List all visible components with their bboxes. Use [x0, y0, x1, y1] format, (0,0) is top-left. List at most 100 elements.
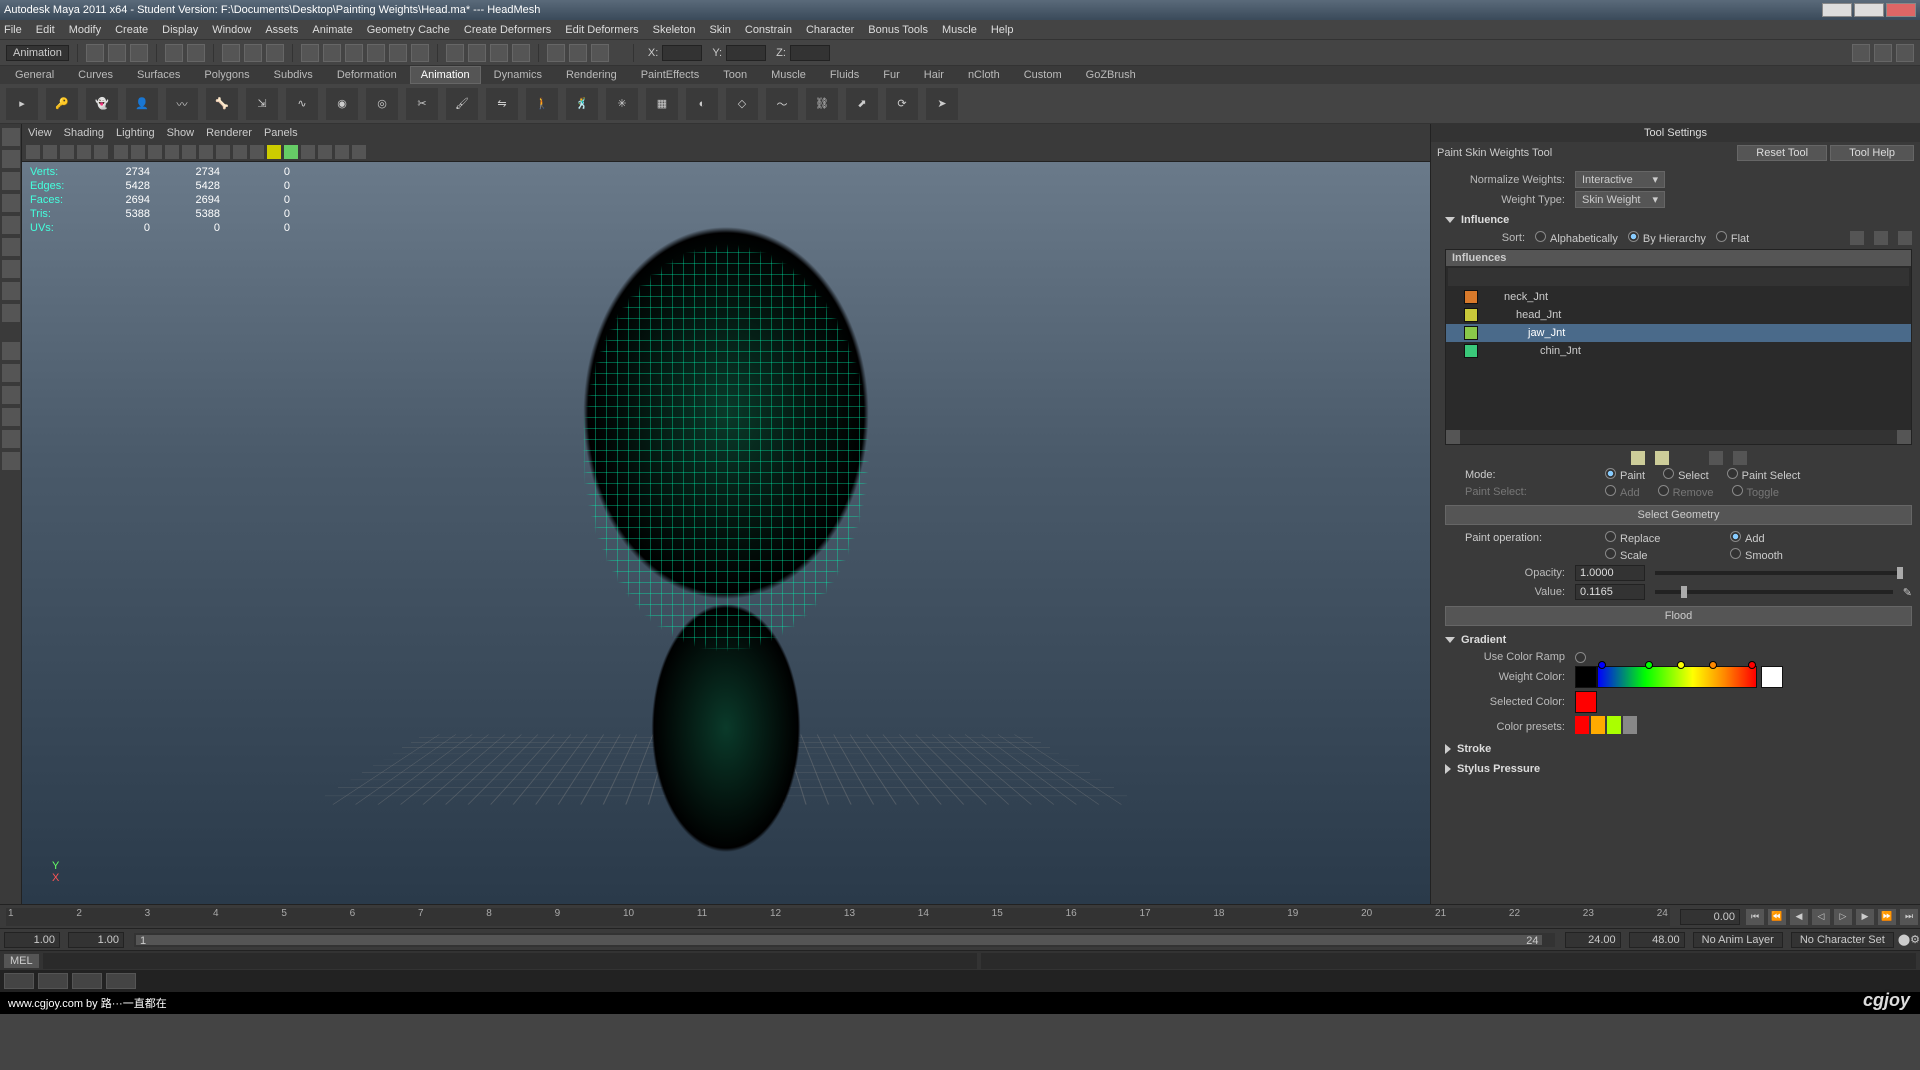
unlock-influence-icon[interactable]	[1655, 451, 1669, 465]
shelf-tab-painteffects[interactable]: PaintEffects	[630, 66, 711, 84]
range-track[interactable]: 124	[134, 933, 1555, 947]
joint-tool-icon[interactable]: 🦴	[206, 88, 238, 120]
shelf-tab-ncloth[interactable]: nCloth	[957, 66, 1011, 84]
fbik-icon[interactable]: 🕺	[566, 88, 598, 120]
sort-radio[interactable]	[1535, 231, 1546, 242]
shelf-tab-surfaces[interactable]: Surfaces	[126, 66, 191, 84]
viewport-3d[interactable]: Verts:273427340Edges:542854280Faces:2694…	[22, 162, 1430, 904]
rigid-bind-icon[interactable]: ◎	[366, 88, 398, 120]
viewport-menu-renderer[interactable]: Renderer	[206, 127, 252, 139]
vp-renderer-icon[interactable]	[352, 145, 366, 159]
close-button[interactable]	[1886, 3, 1916, 17]
detach-skin-icon[interactable]: ✂	[406, 88, 438, 120]
cluster-icon[interactable]: ✳	[606, 88, 638, 120]
two-side-icon[interactable]	[2, 386, 20, 404]
weight-color-white-swatch[interactable]	[1761, 666, 1783, 688]
show-manip-icon[interactable]	[2, 282, 20, 300]
gradient-section-header[interactable]: Gradient	[1445, 632, 1912, 648]
vp-safe-title-icon[interactable]	[148, 145, 162, 159]
color-preset-swatch[interactable]	[1623, 716, 1637, 734]
go-to-start-button[interactable]: ⏮	[1746, 909, 1764, 925]
last-tool-icon[interactable]	[2, 304, 20, 322]
persp-outliner-icon[interactable]	[2, 452, 20, 470]
flood-button[interactable]: Flood	[1445, 606, 1912, 626]
viewport-menu-lighting[interactable]: Lighting	[116, 127, 155, 139]
step-forward-key-button[interactable]: ⏩	[1878, 909, 1896, 925]
manip-tool-icon[interactable]	[2, 238, 20, 256]
menu-bonus-tools[interactable]: Bonus Tools	[868, 24, 928, 36]
constraint-icon[interactable]: ⛓	[806, 88, 838, 120]
mode-radio[interactable]	[1605, 468, 1616, 479]
snap-curve-icon[interactable]	[323, 44, 341, 62]
shelf-tab-fur[interactable]: Fur	[872, 66, 911, 84]
vp-bookmark-icon[interactable]	[43, 145, 57, 159]
vp-wireframe-icon[interactable]	[165, 145, 179, 159]
play-forward-button[interactable]: ▷	[1834, 909, 1852, 925]
vp-highquality-icon[interactable]	[250, 145, 264, 159]
normalize-weights-dropdown[interactable]: Interactive	[1575, 171, 1665, 188]
coord-x-field[interactable]	[662, 45, 702, 61]
opacity-input[interactable]	[1575, 565, 1645, 581]
menu-edit[interactable]: Edit	[36, 24, 55, 36]
save-scene-icon[interactable]	[130, 44, 148, 62]
shelf-tab-subdivs[interactable]: Subdivs	[263, 66, 324, 84]
influences-filter-input[interactable]	[1448, 268, 1909, 286]
open-scene-icon[interactable]	[108, 44, 126, 62]
anim-start-field[interactable]: 1.00	[68, 932, 124, 948]
move-tool-icon[interactable]	[2, 172, 20, 190]
shelf-tab-general[interactable]: General	[4, 66, 65, 84]
smooth-bind-icon[interactable]: ◉	[326, 88, 358, 120]
lasso-tool-icon[interactable]	[2, 150, 20, 168]
coord-y-field[interactable]	[726, 45, 766, 61]
color-preset-swatch[interactable]	[1591, 716, 1605, 734]
value-input[interactable]	[1575, 584, 1645, 600]
set-key-icon[interactable]: 🔑	[46, 88, 78, 120]
layout-custom-icon[interactable]	[1896, 44, 1914, 62]
influence-section-header[interactable]: Influence	[1445, 212, 1912, 228]
human-ik-icon[interactable]: 🚶	[526, 88, 558, 120]
vp-xray-joints-icon[interactable]	[335, 145, 349, 159]
select-geometry-button[interactable]: Select Geometry	[1445, 505, 1912, 525]
current-time-field[interactable]: 0.00	[1680, 909, 1740, 925]
influence-row[interactable]: jaw_Jnt	[1446, 324, 1911, 342]
menu-skin[interactable]: Skin	[709, 24, 730, 36]
menu-create-deformers[interactable]: Create Deformers	[464, 24, 551, 36]
wire-icon[interactable]: 〜	[766, 88, 798, 120]
parent-constraint-icon[interactable]: ⬈	[846, 88, 878, 120]
vp-all-lights-icon[interactable]	[284, 145, 298, 159]
paint-op-radio[interactable]	[1605, 531, 1616, 542]
stylus-section-header[interactable]: Stylus Pressure	[1445, 761, 1912, 777]
viewport-menu-view[interactable]: View	[28, 127, 52, 139]
three-top-icon[interactable]	[2, 430, 20, 448]
taskbar-item[interactable]	[72, 973, 102, 989]
vp-resolution-gate-icon[interactable]	[114, 145, 128, 159]
prefs-button[interactable]: ⚙	[1910, 933, 1920, 946]
soft-mod-tool-icon[interactable]	[2, 260, 20, 278]
select-icon[interactable]	[222, 44, 240, 62]
snap-live-icon[interactable]	[411, 44, 429, 62]
command-input[interactable]	[43, 953, 978, 969]
go-to-end-button[interactable]: ⏭	[1900, 909, 1918, 925]
play-backward-button[interactable]: ◁	[1812, 909, 1830, 925]
paint-op-radio[interactable]	[1730, 548, 1741, 559]
shelf-tab-muscle[interactable]: Muscle	[760, 66, 817, 84]
lock-influence-icon[interactable]	[1631, 451, 1645, 465]
step-forward-frame-button[interactable]: ▶	[1856, 909, 1874, 925]
redo-icon[interactable]	[187, 44, 205, 62]
auto-key-button[interactable]: ⬤	[1898, 933, 1910, 946]
shelf-tab-rendering[interactable]: Rendering	[555, 66, 628, 84]
vp-safe-action-icon[interactable]	[131, 145, 145, 159]
influence-row[interactable]: chin_Jnt	[1446, 342, 1911, 360]
menu-assets[interactable]: Assets	[265, 24, 298, 36]
paint-op-radio[interactable]	[1605, 548, 1616, 559]
mode-radio[interactable]	[1727, 468, 1738, 479]
character-set-dropdown[interactable]: No Character Set	[1791, 932, 1894, 948]
ipr-render-icon[interactable]	[569, 44, 587, 62]
anim-end-field[interactable]: 24.00	[1565, 932, 1621, 948]
unpin-influence-icon[interactable]	[1733, 451, 1747, 465]
shelf-tab-deformation[interactable]: Deformation	[326, 66, 408, 84]
shelf-toggle-icon[interactable]: ▸	[6, 88, 38, 120]
color-preset-swatch[interactable]	[1607, 716, 1621, 734]
menu-geometry-cache[interactable]: Geometry Cache	[367, 24, 450, 36]
shelf-tab-custom[interactable]: Custom	[1013, 66, 1073, 84]
